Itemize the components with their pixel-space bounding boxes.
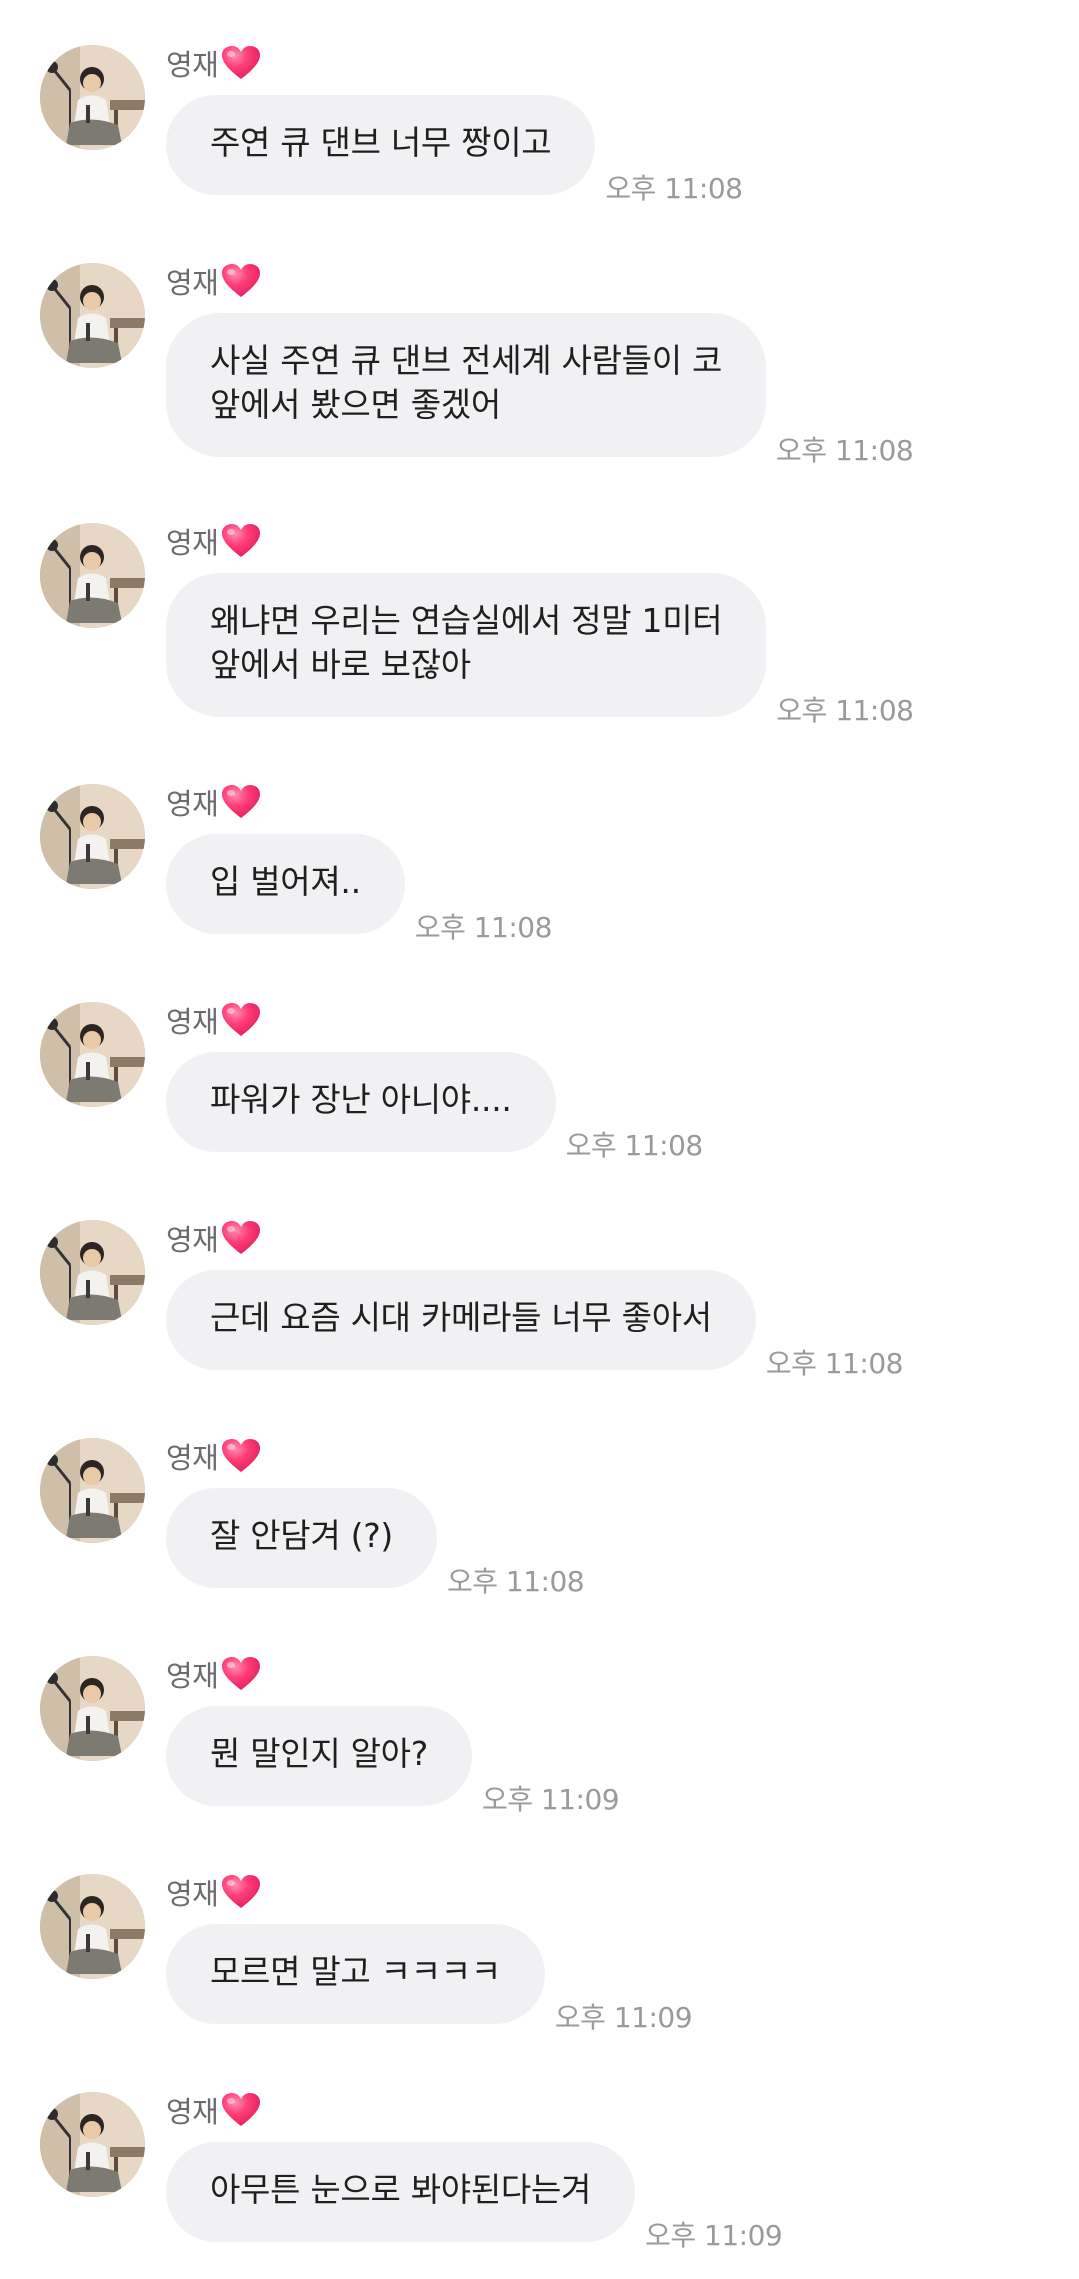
message-bubble[interactable]: 사실 주연 큐 댄브 전세계 사람들이 코 앞에서 봤으면 좋겠어 (166, 313, 767, 457)
heart-icon (220, 1219, 262, 1257)
heart-icon (220, 262, 262, 300)
message-time: 오후 11:08 (565, 1129, 704, 1162)
message-bubble[interactable]: 파워가 장난 아니야.... (166, 1052, 556, 1152)
message-bubble[interactable]: 아무튼 눈으로 봐야된다는겨 (166, 2142, 636, 2242)
bubble-row: 왜냐면 우리는 연습실에서 정말 1미터 앞에서 바로 보잖아 오후 11:08 (166, 573, 914, 727)
sender: 영재 (166, 261, 262, 301)
heart-icon (220, 783, 262, 821)
message-bubble[interactable]: 모르면 말고 ㅋㅋㅋㅋ (166, 1924, 545, 2024)
avatar[interactable] (40, 2092, 145, 2197)
sender: 영재 (166, 782, 262, 822)
bubble-row: 입 벌어져.. 오후 11:08 (166, 834, 552, 944)
heart-icon (220, 522, 262, 560)
sender: 영재 (166, 1218, 262, 1258)
sender-name: 영재 (166, 1005, 219, 1039)
sender: 영재 (166, 43, 262, 83)
heart-icon (220, 1001, 262, 1039)
sender: 영재 (166, 1872, 262, 1912)
avatar[interactable] (40, 523, 145, 628)
heart-icon (220, 44, 262, 82)
sender-name: 영재 (166, 787, 219, 821)
avatar[interactable] (40, 1874, 145, 1979)
message-time: 오후 11:08 (446, 1565, 585, 1598)
bubble-row: 파워가 장난 아니야.... 오후 11:08 (166, 1052, 703, 1162)
bubble-row: 근데 요즘 시대 카메라들 너무 좋아서 오후 11:08 (166, 1270, 903, 1380)
sender-name: 영재 (166, 48, 219, 82)
sender: 영재 (166, 1654, 262, 1694)
bubble-row: 잘 안담겨 (?) 오후 11:08 (166, 1488, 585, 1598)
message-bubble[interactable]: 근데 요즘 시대 카메라들 너무 좋아서 (166, 1270, 756, 1370)
message-bubble[interactable]: 주연 큐 댄브 너무 짱이고 (166, 95, 596, 195)
message-bubble[interactable]: 잘 안담겨 (?) (166, 1488, 437, 1588)
sender-name: 영재 (166, 2095, 219, 2129)
message-bubble[interactable]: 입 벌어져.. (166, 834, 405, 934)
message-time: 오후 11:08 (776, 434, 914, 467)
message-bubble[interactable]: 뭔 말인지 알아? (166, 1706, 472, 1806)
sender-name: 영재 (166, 1441, 219, 1475)
avatar[interactable] (40, 784, 145, 889)
heart-icon (220, 1437, 262, 1475)
message-time: 오후 11:09 (554, 2001, 693, 2034)
heart-icon (220, 1655, 262, 1693)
message-time: 오후 11:08 (414, 911, 553, 944)
heart-icon (220, 2091, 262, 2129)
sender: 영재 (166, 2090, 262, 2130)
sender: 영재 (166, 1000, 262, 1040)
sender-name: 영재 (166, 526, 219, 560)
sender-name: 영재 (166, 1659, 219, 1693)
bubble-row: 사실 주연 큐 댄브 전세계 사람들이 코 앞에서 봤으면 좋겠어 오후 11:… (166, 313, 914, 467)
sender: 영재 (166, 521, 262, 561)
message-time: 오후 11:08 (776, 694, 914, 727)
message-time: 오후 11:08 (765, 1347, 904, 1380)
bubble-row: 주연 큐 댄브 너무 짱이고 오후 11:08 (166, 95, 743, 205)
chat-thread: 영재 주연 큐 댄브 너무 짱이고 오후 11:08 영재 사실 주연 큐 댄브… (0, 0, 1079, 2279)
avatar[interactable] (40, 1438, 145, 1543)
avatar[interactable] (40, 45, 145, 150)
avatar[interactable] (40, 1002, 145, 1107)
sender: 영재 (166, 1436, 262, 1476)
sender-name: 영재 (166, 1877, 219, 1911)
sender-name: 영재 (166, 266, 219, 300)
bubble-row: 아무튼 눈으로 봐야된다는겨 오후 11:09 (166, 2142, 783, 2252)
message-bubble[interactable]: 왜냐면 우리는 연습실에서 정말 1미터 앞에서 바로 보잖아 (166, 573, 767, 717)
bubble-row: 모르면 말고 ㅋㅋㅋㅋ 오후 11:09 (166, 1924, 693, 2034)
message-time: 오후 11:09 (645, 2219, 783, 2252)
bubble-row: 뭔 말인지 알아? 오후 11:09 (166, 1706, 620, 1816)
avatar[interactable] (40, 263, 145, 368)
sender-name: 영재 (166, 1223, 219, 1257)
message-time: 오후 11:08 (605, 172, 743, 205)
avatar[interactable] (40, 1656, 145, 1761)
message-time: 오후 11:09 (481, 1783, 620, 1816)
heart-icon (220, 1873, 262, 1911)
avatar[interactable] (40, 1220, 145, 1325)
